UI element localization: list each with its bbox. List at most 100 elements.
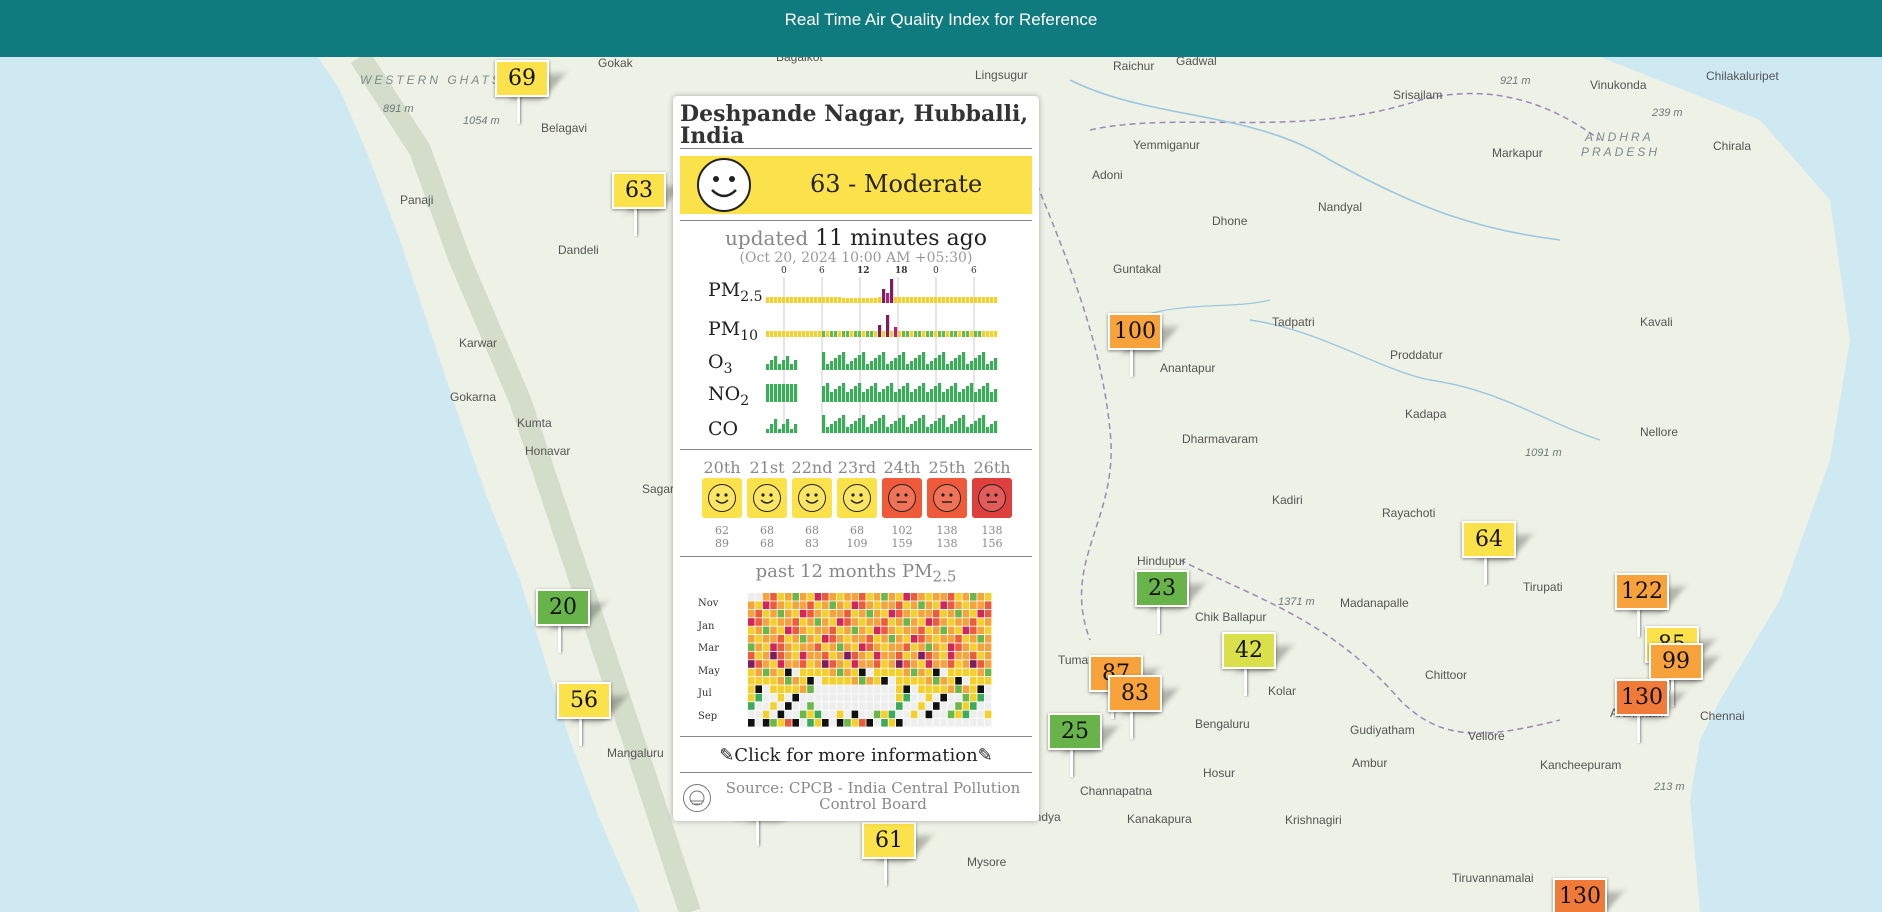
aqi-station-marker[interactable]: 64 (1462, 521, 1532, 587)
calendar-cell (792, 651, 799, 660)
calendar-cell (918, 719, 925, 727)
aqi-station-marker[interactable]: 23 (1135, 570, 1205, 636)
calendar-cell (748, 677, 755, 685)
calendar-cell (814, 618, 822, 626)
forecast-value-bottom: 156 (981, 537, 1003, 550)
calendar-cell (866, 601, 873, 609)
marker-aqi-value: 99 (1649, 643, 1703, 680)
calendar-cell (844, 618, 851, 626)
calendar-cell (918, 651, 925, 660)
calendar-cell (947, 719, 955, 727)
calendar-cell (807, 685, 814, 693)
calendar-cell (814, 593, 822, 601)
calendar-cell (970, 677, 977, 685)
source-line-1: Source: CPCB - India Central Pollution (725, 779, 1021, 797)
chart-bar (790, 364, 794, 370)
calendar-cell (962, 702, 970, 710)
calendar-cell (844, 685, 851, 693)
chart-bar (966, 386, 970, 402)
place-label: Mysore (967, 855, 1007, 869)
chart-bar (866, 427, 870, 433)
calendar-cell (970, 601, 977, 609)
aqi-station-marker[interactable]: 83 (1108, 675, 1178, 741)
calendar-cell (903, 618, 910, 626)
calendar-cell (873, 719, 881, 727)
aqi-station-marker[interactable]: 42 (1222, 632, 1292, 698)
chart-bar (798, 331, 802, 337)
chart-bar (830, 331, 834, 337)
chart-bar (862, 392, 866, 402)
aqi-station-marker[interactable]: 130 (1553, 878, 1623, 912)
chart-bar (990, 331, 994, 337)
calendar-cell (792, 618, 799, 626)
calendar-cell (792, 685, 799, 693)
calendar-cell (822, 693, 829, 702)
aqi-station-marker[interactable]: 56 (557, 682, 627, 748)
aqi-station-marker[interactable]: 100 (1108, 313, 1178, 379)
chart-bar (922, 331, 926, 337)
aqi-station-marker[interactable]: 69 (495, 60, 565, 126)
calendar-cell (851, 677, 859, 685)
chart-bar (842, 383, 846, 402)
forecast-aqi-box (747, 478, 787, 518)
aqi-station-marker[interactable]: 20 (536, 589, 606, 655)
divider (680, 772, 1032, 773)
place-label: Kanakapura (1127, 812, 1192, 826)
calendar-cell (807, 618, 814, 626)
calendar-cell (896, 702, 903, 710)
place-label: Chittoor (1425, 668, 1468, 682)
chart-bar (782, 424, 786, 433)
pollutant-label: CO (708, 418, 738, 444)
more-info-link[interactable]: ✎Click for more information✎ (680, 745, 1032, 766)
chart-bar (914, 421, 918, 433)
chart-bar (954, 358, 958, 370)
calendar-cell (785, 635, 792, 643)
place-label: Markapur (1492, 146, 1543, 160)
calendar-cell (748, 719, 755, 727)
calendar-cell (866, 677, 873, 685)
calendar-cell (970, 593, 977, 601)
chart-bar (982, 352, 986, 370)
calendar-cell (947, 643, 955, 651)
neutral-face-icon (933, 484, 961, 512)
chart-bar (974, 358, 978, 370)
calendar-cell (829, 643, 836, 651)
calendar-cell (910, 609, 918, 618)
calendar-cell (977, 651, 984, 660)
chart-bar (786, 331, 790, 337)
calendar-cell (799, 710, 807, 719)
calendar-cell (940, 593, 947, 601)
calendar-cell (866, 626, 873, 635)
calendar-cell (866, 702, 873, 710)
calendar-cell (925, 660, 933, 668)
calendar-cell (940, 601, 947, 609)
calendar-cell (785, 626, 792, 635)
chart-bar (830, 361, 834, 370)
aqi-station-marker[interactable]: 61 (862, 822, 932, 888)
calendar-cell (925, 702, 933, 710)
station-popup[interactable]: Deshpande Nagar, Hubballi, India 63 - Mo… (673, 96, 1039, 821)
chart-bar (842, 415, 846, 433)
calendar-cell (970, 660, 977, 668)
forecast-value-top: 62 (715, 524, 729, 537)
aqi-station-marker[interactable]: 130 (1615, 679, 1685, 745)
calendar-cell (903, 702, 910, 710)
chart-bar (894, 297, 898, 303)
aqi-station-marker[interactable]: 25 (1048, 713, 1118, 779)
calendar-cell (903, 677, 910, 685)
app-header: Real Time Air Quality Index for Referenc… (0, 0, 1882, 57)
calendar-cell (903, 693, 910, 702)
calendar-cell (896, 626, 903, 635)
divider (680, 220, 1032, 221)
chart-bar (858, 298, 862, 303)
aqi-station-marker[interactable]: 63 (612, 172, 682, 238)
forecast-value-bottom: 138 (936, 537, 958, 550)
chart-bar (902, 297, 906, 303)
calendar-cell (762, 593, 770, 601)
chart-bar (782, 297, 786, 303)
calendar-cell (836, 719, 844, 727)
calendar-cell (777, 651, 785, 660)
chart-bar (978, 418, 982, 433)
calendar-cell (799, 702, 807, 710)
chart-bar (878, 418, 882, 433)
